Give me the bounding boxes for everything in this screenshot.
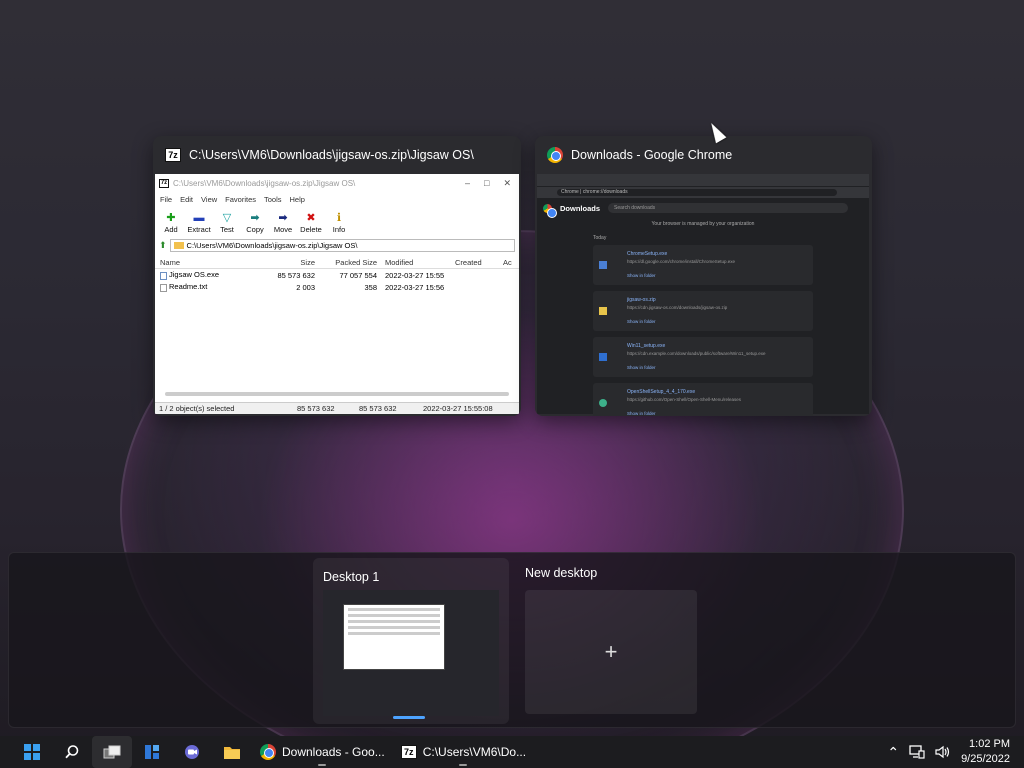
7zip-icon: 7z <box>165 148 181 162</box>
new-desktop-tile[interactable]: New desktop + <box>515 558 711 724</box>
tool-move: ➡ Move <box>273 212 293 234</box>
window-card-header: Downloads - Google Chrome <box>535 136 872 174</box>
menu-help: Help <box>289 194 305 204</box>
clock-date: 9/25/2022 <box>961 753 1010 765</box>
tool-delete: ✖ Delete <box>300 212 322 234</box>
virtual-desktops-bar: Desktop 1 New desktop + <box>8 552 1016 728</box>
chrome-icon <box>547 147 563 163</box>
info-icon: ℹ <box>336 212 342 224</box>
system-tray: ⌃ 1:02 PM 9/25/2022 <box>887 737 1024 767</box>
table-row: Readme.txt 2 003 358 2022-03-27 15:56 <box>155 281 519 293</box>
task-view-icon <box>103 745 121 759</box>
minus-icon: ▬ <box>193 212 205 224</box>
managed-note: Your browser is managed by your organiza… <box>651 221 755 227</box>
7zip-column-headers: Name Size Packed Size Modified Created A… <box>155 257 519 269</box>
search-button[interactable] <box>52 736 92 768</box>
delete-icon: ✖ <box>306 212 316 224</box>
folder-icon <box>173 241 184 249</box>
address-path: C:\Users\VM6\Downloads\jigsaw-os.zip\Jig… <box>186 240 358 250</box>
text-file-icon <box>160 283 167 292</box>
7zip-icon: 7z <box>400 745 417 759</box>
menu-tools: Tools <box>264 194 282 204</box>
list-item: Win11_setup.exe https://cdn.example.com/… <box>593 337 813 377</box>
taskbar: Downloads - Goo... 7z C:\Users\VM6\Do...… <box>0 736 1024 768</box>
close-icon: ✕ <box>503 177 511 188</box>
window-card-chrome[interactable]: Downloads - Google Chrome Chrome | chrom… <box>535 136 872 416</box>
menu-view: View <box>201 194 218 204</box>
7zip-toolbar: ✚ Add ▬ Extract ▽ Test ➡ Copy ➡ Move ✖ Delete … <box>155 206 519 234</box>
window-card-header: 7z C:\Users\VM6\Downloads\jigsaw-os.zip\… <box>153 136 521 174</box>
clock-time: 1:02 PM <box>969 738 1010 750</box>
search-icon <box>65 745 79 759</box>
window-card-title: C:\Users\VM6\Downloads\jigsaw-os.zip\Jig… <box>189 148 474 162</box>
list-item: ChromeSetup.exe https://dl.google.com/ch… <box>593 245 813 285</box>
minimize-icon: – <box>465 177 471 188</box>
file-explorer-button[interactable] <box>212 736 252 768</box>
taskbar-app-label: C:\Users\VM6\Do... <box>422 745 527 759</box>
volume-icon[interactable] <box>935 745 951 759</box>
maximize-icon: □ <box>484 177 490 188</box>
7zip-status-bar: 1 / 2 object(s) selected 85 573 632 85 5… <box>155 402 519 414</box>
7zip-menu-bar: File Edit View Favorites Tools Help <box>155 192 519 206</box>
menu-favorites: Favorites <box>225 194 256 204</box>
active-desktop-indicator <box>393 716 425 719</box>
exe-file-icon <box>160 271 167 280</box>
horizontal-scrollbar <box>165 392 509 396</box>
tool-info: ℹ Info <box>332 212 346 234</box>
desktop-1-tile[interactable]: Desktop 1 <box>313 558 509 724</box>
start-button[interactable] <box>12 736 52 768</box>
chrome-preview: Chrome | chrome://downloads Downloads Se… <box>537 174 869 416</box>
section-today: Today <box>593 235 607 241</box>
chat-icon <box>185 745 199 759</box>
plus-icon: + <box>604 639 618 664</box>
clock[interactable]: 1:02 PM 9/25/2022 <box>961 737 1010 767</box>
up-folder-icon: ⬆ <box>159 239 167 250</box>
tool-copy: ➡ Copy <box>246 212 264 234</box>
new-desktop-label: New desktop <box>525 566 598 580</box>
chrome-icon <box>543 203 557 218</box>
taskbar-app-label: Downloads - Goo... <box>282 745 385 759</box>
downloads-search: Search downloads <box>608 203 849 213</box>
7zip-icon: 7z <box>159 178 169 188</box>
widgets-icon <box>145 745 159 759</box>
list-item: OpenShellSetup_4_4_170.exe https://githu… <box>593 383 813 416</box>
move-arrow-icon: ➡ <box>278 212 288 224</box>
chrome-icon <box>260 744 276 760</box>
taskbar-app-7zip[interactable]: 7z C:\Users\VM6\Do... <box>393 736 534 768</box>
chevron-up-icon[interactable]: ⌃ <box>887 744 899 761</box>
7zip-address-bar: ⬆ C:\Users\VM6\Downloads\jigsaw-os.zip\J… <box>159 237 515 253</box>
tool-add: ✚ Add <box>164 212 178 234</box>
menu-edit: Edit <box>180 194 194 204</box>
new-desktop-button[interactable]: + <box>525 590 697 714</box>
tool-extract: ▬ Extract <box>187 212 211 234</box>
window-card-title: Downloads - Google Chrome <box>571 148 733 162</box>
7zip-inner-title: C:\Users\VM6\Downloads\jigsaw-os.zip\Jig… <box>173 178 356 188</box>
taskbar-app-chrome[interactable]: Downloads - Goo... <box>252 736 393 768</box>
task-view-button[interactable] <box>92 736 132 768</box>
chrome-downloads-header: Downloads Search downloads <box>537 199 869 218</box>
desktop-1-thumbnail <box>323 590 499 716</box>
window-card-7zip[interactable]: 7z C:\Users\VM6\Downloads\jigsaw-os.zip\… <box>153 136 521 416</box>
network-icon[interactable] <box>909 745 925 759</box>
widgets-button[interactable] <box>132 736 172 768</box>
file-icon <box>599 353 607 361</box>
menu-file: File <box>160 194 173 204</box>
file-icon <box>599 261 607 269</box>
table-row: Jigsaw OS.exe 85 573 632 77 057 554 2022… <box>155 269 519 281</box>
plus-icon: ✚ <box>166 212 176 224</box>
shell-icon <box>599 399 607 407</box>
window-controls: – □ ✕ <box>465 178 519 189</box>
folder-icon <box>224 747 240 759</box>
zip-file-icon <box>599 307 607 315</box>
chrome-url-bar: Chrome | chrome://downloads <box>537 187 869 198</box>
chrome-tab-strip <box>537 174 869 186</box>
check-icon: ▽ <box>222 212 232 224</box>
list-item: jigsaw-os.zip https://cdn.jigsaw-os.com/… <box>593 291 813 331</box>
tool-test: ▽ Test <box>220 212 234 234</box>
windows-logo-icon <box>24 744 40 760</box>
chat-button[interactable] <box>172 736 212 768</box>
desktop-1-label: Desktop 1 <box>323 570 380 584</box>
copy-arrow-icon: ➡ <box>250 212 260 224</box>
7zip-preview: 7z C:\Users\VM6\Downloads\jigsaw-os.zip\… <box>155 174 519 414</box>
